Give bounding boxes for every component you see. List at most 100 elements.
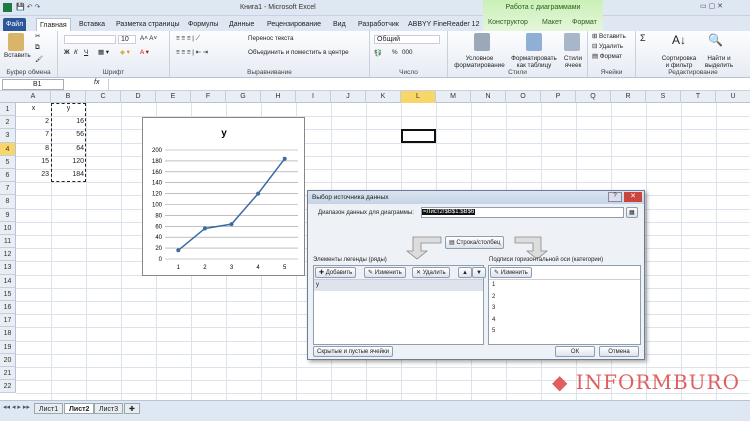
column-header-J[interactable]: J <box>331 91 366 103</box>
column-header-P[interactable]: P <box>541 91 576 103</box>
row-header-1[interactable]: 1 <box>0 103 16 117</box>
column-header-I[interactable]: I <box>296 91 331 103</box>
column-header-Q[interactable]: Q <box>576 91 611 103</box>
find-icon[interactable]: 🔍 <box>708 33 723 47</box>
format-painter-icon[interactable]: 🖌 <box>35 55 43 63</box>
row-header-7[interactable]: 7 <box>0 182 16 196</box>
currency-icon[interactable]: 💱 <box>374 49 382 57</box>
row-header-8[interactable]: 8 <box>0 195 16 209</box>
align-icons[interactable]: ≡ ≡ ≡ | ⇤ ⇥ <box>176 49 208 56</box>
column-header-D[interactable]: D <box>121 91 156 103</box>
column-header-R[interactable]: R <box>611 91 646 103</box>
column-header-O[interactable]: O <box>506 91 541 103</box>
row-header-13[interactable]: 13 <box>0 261 16 275</box>
row-header-6[interactable]: 6 <box>0 169 16 183</box>
font-color-icon[interactable]: A ▾ <box>140 49 149 56</box>
paste-button[interactable]: Вставить <box>4 52 31 59</box>
sheet-nav-arrows[interactable]: ◂◂ ◂ ▸ ▸▸ <box>3 403 30 411</box>
help-button[interactable]: ? <box>608 192 622 202</box>
category-item[interactable]: 2 <box>489 292 640 304</box>
column-header-S[interactable]: S <box>646 91 681 103</box>
series-item[interactable]: y <box>314 280 483 291</box>
cancel-button[interactable]: Отмена <box>599 346 639 357</box>
move-up-button[interactable]: ▲ <box>458 267 472 278</box>
row-header-5[interactable]: 5 <box>0 155 16 169</box>
tab-data[interactable]: Данные <box>226 18 257 31</box>
column-header-F[interactable]: F <box>191 91 226 103</box>
underline-button[interactable]: Ч <box>84 49 88 56</box>
sort-icon[interactable]: A↓ <box>672 33 686 47</box>
italic-button[interactable]: К <box>74 49 78 56</box>
move-down-button[interactable]: ▼ <box>472 267 486 278</box>
delete-cells-button[interactable]: ⊟ Удалить <box>592 43 623 50</box>
name-box[interactable]: B1 <box>2 79 64 90</box>
tab-page-layout[interactable]: Разметка страницы <box>113 18 183 31</box>
tab-abbyy[interactable]: ABBYY FineReader 12 <box>405 18 482 31</box>
thousands-button[interactable]: 000 <box>402 49 413 56</box>
merge-center-button[interactable]: Объединить и поместить в центре <box>248 49 349 56</box>
column-header-C[interactable]: C <box>86 91 121 103</box>
tab-home[interactable]: Главная <box>36 18 71 31</box>
ok-button[interactable]: ОК <box>555 346 595 357</box>
cell-A3[interactable]: 7 <box>16 131 51 138</box>
font-size-select[interactable]: 10 <box>118 35 136 44</box>
edit-categories-button[interactable]: ✎ Изменить <box>490 267 532 278</box>
row-header-18[interactable]: 18 <box>0 327 16 341</box>
conditional-format-button[interactable]: Условное форматирование <box>452 55 507 69</box>
cut-icon[interactable]: ✂ <box>35 33 40 40</box>
tab-design[interactable]: Конструктор <box>485 16 531 29</box>
category-item[interactable]: 1 <box>489 280 640 292</box>
quick-access-toolbar[interactable]: 💾 ↶ ↷ <box>16 3 40 11</box>
format-cells-button[interactable]: ▤ Формат <box>592 53 622 60</box>
cell-A5[interactable]: 15 <box>16 158 51 165</box>
insert-cells-button[interactable]: ⊞ Вставить <box>592 33 626 40</box>
formula-input[interactable] <box>108 79 738 90</box>
remove-series-button[interactable]: ✕ Удалить <box>412 267 450 278</box>
category-item[interactable]: 4 <box>489 315 640 327</box>
chart[interactable]: y 0 20 40 60 80 100 120 140 160 180 200 1 2 3 4 5 <box>142 117 305 276</box>
column-header-U[interactable]: U <box>716 91 750 103</box>
tab-formulas[interactable]: Формулы <box>185 18 221 31</box>
category-item[interactable]: 3 <box>489 303 640 315</box>
row-header-19[interactable]: 19 <box>0 340 16 354</box>
column-header-B[interactable]: B <box>51 91 86 103</box>
borders-icon[interactable]: ▦ ▾ <box>98 49 109 56</box>
row-header-12[interactable]: 12 <box>0 248 16 262</box>
category-item[interactable]: 5 <box>489 326 640 338</box>
tab-review[interactable]: Рецензирование <box>264 18 324 31</box>
close-button[interactable]: ✕ <box>624 192 642 202</box>
edit-series-button[interactable]: ✎ Изменить <box>364 267 406 278</box>
format-table-button[interactable]: Форматировать как таблицу <box>510 55 558 69</box>
row-header-9[interactable]: 9 <box>0 208 16 222</box>
column-header-A[interactable]: A <box>16 91 51 103</box>
column-header-K[interactable]: K <box>366 91 401 103</box>
cell-A1[interactable]: x <box>16 105 51 112</box>
row-header-4[interactable]: 4 <box>0 142 16 156</box>
number-format-select[interactable]: Общий <box>374 35 440 44</box>
fill-color-icon[interactable]: ◈ ▾ <box>120 49 130 56</box>
row-header-14[interactable]: 14 <box>0 274 16 288</box>
cell-styles-button[interactable]: Стили ячеек <box>560 55 586 69</box>
tab-view[interactable]: Вид <box>330 18 349 31</box>
column-header-N[interactable]: N <box>471 91 506 103</box>
row-header-22[interactable]: 22 <box>0 380 16 394</box>
autosum-icon[interactable]: Σ <box>640 33 646 43</box>
row-header-15[interactable]: 15 <box>0 287 16 301</box>
sheet-tab-1[interactable]: Лист1 <box>34 403 64 414</box>
align-top-icons[interactable]: ≡ ≡ ≡ | ⟋ <box>176 35 200 43</box>
row-header-2[interactable]: 2 <box>0 116 16 130</box>
sheet-tab-2[interactable]: Лист2 <box>64 403 95 414</box>
range-input[interactable]: =Лист2!$B$1:$B$6 <box>421 207 624 218</box>
tab-developer[interactable]: Разработчик <box>355 18 402 31</box>
grow-font-icon[interactable]: A˄ A˅ <box>140 35 157 42</box>
column-header-M[interactable]: M <box>436 91 471 103</box>
column-header-T[interactable]: T <box>681 91 716 103</box>
tab-layout[interactable]: Макет <box>539 16 565 29</box>
collapse-range-button[interactable]: ▦ <box>626 207 638 218</box>
tab-format[interactable]: Формат <box>569 16 600 29</box>
row-header-10[interactable]: 10 <box>0 221 16 235</box>
switch-row-column-button[interactable]: ▤ Строка/столбец <box>445 236 505 249</box>
row-header-3[interactable]: 3 <box>0 129 16 143</box>
wrap-text-button[interactable]: Перенос текста <box>248 35 294 42</box>
sort-filter-button[interactable]: Сортировка и фильтр <box>660 55 698 69</box>
